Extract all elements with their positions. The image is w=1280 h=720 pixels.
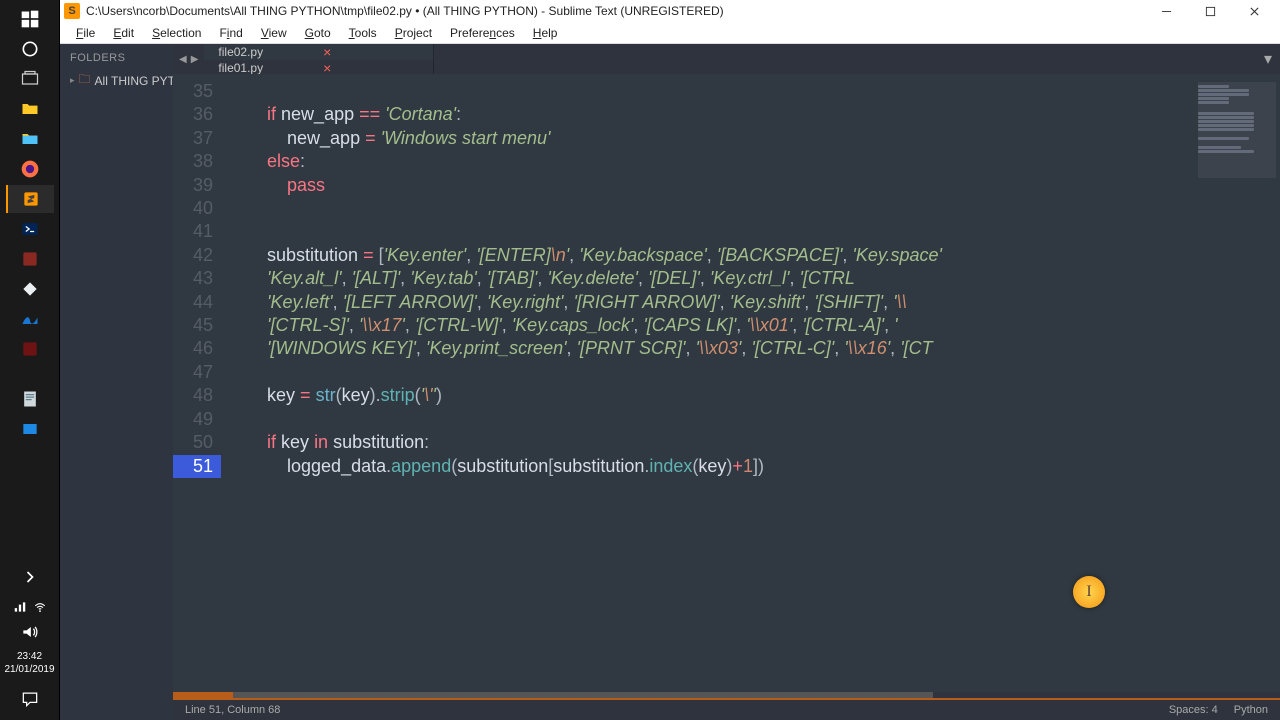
status-language[interactable]: Python (1234, 704, 1268, 716)
tray-network-icons[interactable] (6, 597, 54, 617)
menu-project[interactable]: Project (387, 24, 440, 42)
minimap[interactable] (1194, 74, 1280, 692)
tab-history-nav: ◀ ▶ (173, 44, 204, 74)
folder-label: All THING PYTH (95, 74, 173, 88)
app-icon-doc[interactable] (6, 385, 54, 413)
minimize-button[interactable] (1144, 0, 1188, 22)
app-icon-dark[interactable] (6, 335, 54, 363)
taskbar-clock[interactable]: 23:42 21/01/2019 (4, 650, 54, 676)
app-icon-diamond[interactable] (6, 275, 54, 303)
horizontal-scrollbar[interactable] (173, 692, 1280, 698)
tab-label: file02.py (218, 45, 263, 59)
app-icon-blue[interactable] (6, 415, 54, 443)
windows-taskbar: 23:42 21/01/2019 (0, 0, 60, 720)
another-explorer-icon[interactable] (6, 125, 54, 153)
app-icon: S (64, 3, 80, 19)
tray-volume-icon[interactable] (6, 623, 54, 641)
folder-icon: 🗀 (79, 70, 91, 91)
sublime-window: S C:\Users\ncorb\Documents\All THING PYT… (60, 0, 1280, 720)
tab-close-icon[interactable]: × (323, 44, 331, 60)
code-area[interactable]: if new_app == 'Cortana': new_app = 'Wind… (221, 74, 1194, 692)
app-icon-red[interactable] (6, 245, 54, 273)
menu-selection[interactable]: Selection (144, 24, 209, 42)
close-button[interactable] (1232, 0, 1276, 22)
menu-goto[interactable]: Goto (297, 24, 339, 42)
cursor-highlight-icon: I (1073, 576, 1105, 608)
editor[interactable]: 3536373839404142434445464748495051 if ne… (173, 74, 1280, 692)
powershell-icon[interactable] (6, 215, 54, 243)
menu-file[interactable]: File (68, 24, 103, 42)
tab-back-icon[interactable]: ◀ (179, 54, 187, 65)
tray-expand-icon[interactable] (6, 563, 54, 591)
app-icon-wireshark[interactable] (6, 305, 54, 333)
sublime-text-icon[interactable] (6, 185, 54, 213)
gutter: 3536373839404142434445464748495051 (173, 74, 221, 692)
tab-fwd-icon[interactable]: ▶ (191, 54, 199, 65)
status-spaces[interactable]: Spaces: 4 (1169, 704, 1218, 716)
titlebar[interactable]: S C:\Users\ncorb\Documents\All THING PYT… (60, 0, 1280, 22)
sidebar: FOLDERS ▸ 🗀 All THING PYTH (60, 44, 173, 720)
maximize-button[interactable] (1188, 0, 1232, 22)
tab-label: file01.py (218, 61, 263, 75)
menu-tools[interactable]: Tools (341, 24, 385, 42)
tab-file02-py[interactable]: file02.py × (204, 44, 434, 60)
firefox-icon[interactable] (6, 155, 54, 183)
chevron-icon: ▸ (70, 75, 75, 86)
menu-view[interactable]: View (253, 24, 295, 42)
task-view-icon[interactable] (6, 65, 54, 93)
file-explorer-icon[interactable] (6, 95, 54, 123)
folder-item[interactable]: ▸ 🗀 All THING PYTH (64, 66, 169, 95)
status-position[interactable]: Line 51, Column 68 (185, 704, 280, 716)
titlebar-text: C:\Users\ncorb\Documents\All THING PYTHO… (86, 4, 1144, 18)
menu-find[interactable]: Find (211, 24, 250, 42)
menubar: File Edit Selection Find View Goto Tools… (60, 22, 1280, 44)
notifications-icon[interactable] (6, 685, 54, 713)
sidebar-title: FOLDERS (64, 50, 169, 66)
menu-preferences[interactable]: Preferences (442, 24, 523, 42)
menu-help[interactable]: Help (525, 24, 566, 42)
status-bar: Line 51, Column 68 Spaces: 4 Python (173, 698, 1280, 720)
menu-edit[interactable]: Edit (105, 24, 142, 42)
tab-overflow-icon[interactable]: ▾ (1256, 44, 1280, 74)
start-button[interactable] (6, 5, 54, 33)
tab-row: ◀ ▶ file02.py×file01.py×untitled× ▾ (173, 44, 1280, 74)
cortana-icon[interactable] (6, 35, 54, 63)
